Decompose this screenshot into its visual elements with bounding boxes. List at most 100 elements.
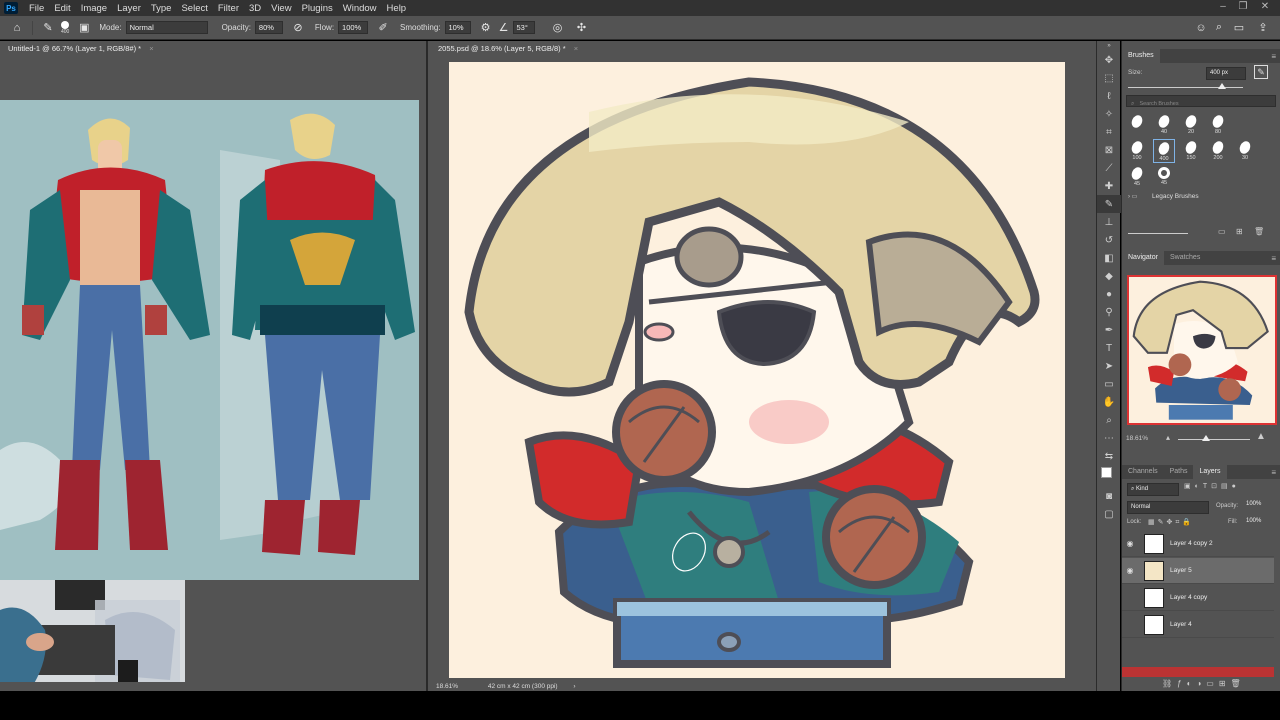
legacy-brushes-label[interactable]: Legacy Brushes (1152, 193, 1199, 200)
lasso-tool-icon[interactable]: ℓ (1097, 87, 1121, 105)
panel-menu-icon[interactable]: ≡ (1271, 468, 1276, 477)
menu-window[interactable]: Window (338, 3, 382, 14)
tab-channels[interactable]: Channels (1122, 465, 1164, 479)
tab-brushes[interactable]: Brushes (1122, 49, 1160, 63)
tab-untitled-1[interactable]: Untitled-1 @ 66.7% (Layer 1, RGB/8#) * × (0, 41, 426, 57)
airbrush-icon[interactable]: ✐ (374, 19, 392, 37)
layer-row[interactable]: Layer 4 copy (1122, 585, 1274, 611)
size-field[interactable]: 400 px (1206, 67, 1246, 80)
menu-layer[interactable]: Layer (112, 3, 146, 14)
hand-tool-icon[interactable]: ✋ (1097, 393, 1121, 411)
layer-name[interactable]: Layer 4 (1170, 621, 1192, 628)
new-brush-icon[interactable]: ✎ (1254, 65, 1268, 79)
layer-row[interactable]: ◉ Layer 5 (1122, 558, 1274, 584)
restore-icon[interactable]: ❐ (1236, 1, 1250, 13)
export-icon[interactable]: ⇪ (1254, 19, 1272, 37)
tab-close-icon[interactable]: × (149, 44, 153, 53)
menu-file[interactable]: File (24, 3, 49, 14)
brush-preset[interactable]: 400 (1153, 139, 1175, 163)
menu-view[interactable]: View (266, 3, 296, 14)
brush-preset[interactable]: 100 (1126, 139, 1148, 163)
status-arrow-icon[interactable]: › (573, 683, 575, 690)
quick-mask-icon[interactable]: ◙ (1097, 487, 1121, 505)
tab-paths[interactable]: Paths (1164, 465, 1194, 479)
smoothing-field[interactable]: 10% (444, 21, 471, 34)
layer-row[interactable]: ◉ Layer 4 copy 2 (1122, 531, 1274, 557)
navigator-zoom-handle[interactable] (1202, 435, 1210, 441)
layer-kind-filter[interactable]: ⌕ Kind (1127, 483, 1179, 496)
search-brushes-box[interactable]: ⌕ Search Brushes (1126, 95, 1276, 107)
stamp-tool-icon[interactable]: ⊥ (1097, 213, 1121, 231)
fill-value[interactable]: 100% (1246, 518, 1261, 524)
size-slider-handle[interactable] (1218, 83, 1226, 89)
shape-tool-icon[interactable]: ▭ (1097, 375, 1121, 393)
brush-tool-icon[interactable]: ✎ (39, 19, 57, 37)
brush-tool-icon[interactable]: ✎ (1097, 195, 1121, 213)
menu-help[interactable]: Help (382, 3, 412, 14)
dodge-tool-icon[interactable]: ⚲ (1097, 303, 1121, 321)
symmetry-icon[interactable]: ✣ (573, 19, 591, 37)
menu-plugins[interactable]: Plugins (297, 3, 338, 14)
frame-tool-icon[interactable]: ⊠ (1097, 141, 1121, 159)
trash-icon[interactable]: 🗑 (1254, 227, 1264, 236)
menu-edit[interactable]: Edit (49, 3, 75, 14)
brush-preset[interactable] (1126, 113, 1148, 137)
add-icon[interactable]: ⊞ (1236, 227, 1243, 236)
folder-new-icon[interactable]: ▭ (1218, 227, 1226, 236)
healing-tool-icon[interactable]: ✚ (1097, 177, 1121, 195)
layer-name[interactable]: Layer 5 (1170, 567, 1192, 574)
eraser-tool-icon[interactable]: ◧ (1097, 249, 1121, 267)
layer-actions[interactable]: ⛓ƒ◐◑▭⊞🗑 (1162, 679, 1246, 688)
lock-icons[interactable]: ▦✎✥⌗🔒 (1148, 518, 1194, 527)
tab-2055-psd[interactable]: 2055.psd @ 18.6% (Layer 5, RGB/8) * × (428, 41, 1096, 57)
pressure-size-icon[interactable]: ◎ (549, 19, 567, 37)
brush-settings-icon[interactable]: ▣ (75, 19, 93, 37)
search-icon[interactable]: ⌕ (1210, 19, 1228, 37)
layer-row[interactable]: Layer 4 (1122, 612, 1274, 638)
tab-navigator[interactable]: Navigator (1122, 251, 1164, 265)
layer-filter-icons[interactable]: ▣◐T⊡▤● (1184, 482, 1240, 490)
navigator-zoom[interactable]: 18.61% (1126, 435, 1148, 442)
document-canvas[interactable] (449, 62, 1065, 678)
navigator-preview[interactable] (1127, 275, 1277, 425)
panel-menu-icon[interactable]: ≡ (1271, 254, 1276, 263)
angle-field[interactable]: 53° (512, 21, 535, 34)
crop-tool-icon[interactable]: ⌗ (1097, 123, 1121, 141)
menu-image[interactable]: Image (76, 3, 112, 14)
eyedropper-tool-icon[interactable]: ⟋ (1097, 159, 1121, 177)
layer-name[interactable]: Layer 4 copy (1170, 594, 1207, 601)
menu-3d[interactable]: 3D (244, 3, 266, 14)
type-tool-icon[interactable]: T (1097, 339, 1121, 357)
tab-layers[interactable]: Layers (1193, 465, 1227, 479)
close-icon[interactable]: ✕ (1258, 1, 1272, 13)
panel-menu-icon[interactable]: ≡ (1271, 52, 1276, 61)
blur-tool-icon[interactable]: ● (1097, 285, 1121, 303)
workspace-icon[interactable]: ▭ (1230, 19, 1248, 37)
zoom-tool-icon[interactable]: ⌕ (1097, 411, 1121, 429)
magic-wand-tool-icon[interactable]: ✧ (1097, 105, 1121, 123)
pen-tool-icon[interactable]: ✒ (1097, 321, 1121, 339)
menu-select[interactable]: Select (176, 3, 212, 14)
brush-preset[interactable]: 45 (1126, 165, 1148, 189)
history-brush-tool-icon[interactable]: ↺ (1097, 231, 1121, 249)
brush-preset-picker[interactable]: 400 (61, 20, 69, 35)
photoshop-logo-icon[interactable]: Ps (4, 2, 18, 14)
folder-icon[interactable]: › ▭ (1128, 193, 1137, 200)
layer-opacity-value[interactable]: 100% (1246, 501, 1261, 507)
navigator-zoom-slider[interactable] (1178, 439, 1250, 440)
minimize-icon[interactable]: – (1216, 1, 1230, 13)
layer-name[interactable]: Layer 4 copy 2 (1170, 540, 1213, 547)
blend-mode-select[interactable]: Normal (1127, 501, 1209, 514)
pressure-opacity-icon[interactable]: ⊘ (289, 19, 307, 37)
marquee-tool-icon[interactable]: ⬚ (1097, 69, 1121, 87)
swap-colors-icon[interactable]: ⇆ (1097, 447, 1121, 465)
share-icon[interactable]: ☺ (1192, 19, 1210, 37)
tab-swatches[interactable]: Swatches (1164, 251, 1206, 265)
opacity-field[interactable]: 80% (254, 21, 283, 34)
path-selection-tool-icon[interactable]: ➤ (1097, 357, 1121, 375)
screen-mode-icon[interactable]: ▢ (1097, 505, 1121, 523)
zoom-readout[interactable]: 18.61% (436, 683, 458, 690)
brush-preset[interactable]: 30 (1234, 139, 1256, 163)
brush-preset[interactable]: 200 (1207, 139, 1229, 163)
brush-preset[interactable]: 20 (1180, 113, 1202, 137)
